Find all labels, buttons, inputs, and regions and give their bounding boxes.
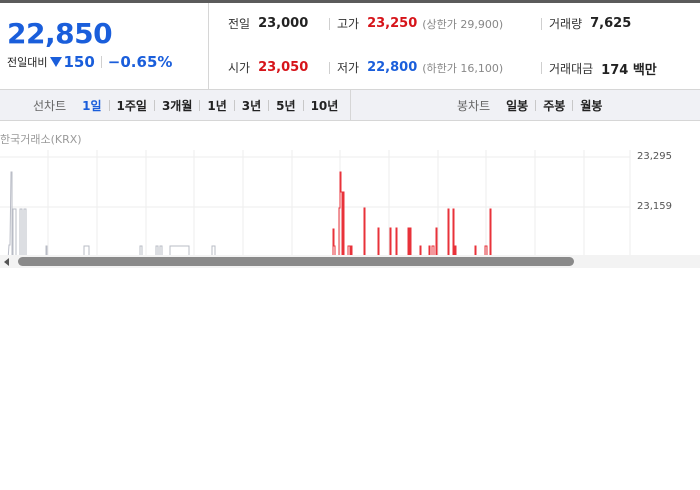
lower-limit: (하한가 16,100) xyxy=(422,61,504,75)
low-value: 22,800 xyxy=(367,60,418,75)
divider xyxy=(302,99,304,111)
line-chart-periods: 선차트 1일 1주일 3개월 1년 3년 5년 10년 xyxy=(0,90,351,120)
divider xyxy=(153,99,155,111)
chart-plot xyxy=(0,150,631,260)
price-chart: 23,295 23,159 xyxy=(0,150,700,260)
amount-label: 거래대금 xyxy=(549,62,594,76)
period-1y[interactable]: 1년 xyxy=(203,97,230,114)
open-value: 23,050 xyxy=(258,60,309,75)
price-box: 22,850 전일대비 150 −0.65% xyxy=(0,3,209,89)
current-price: 22,850 xyxy=(7,17,113,50)
divider xyxy=(100,56,102,68)
change-amount: 150 xyxy=(63,53,95,71)
candle-daily[interactable]: 일봉 xyxy=(502,97,532,114)
change-label: 전일대비 xyxy=(7,56,48,69)
period-1d[interactable]: 1일 xyxy=(78,97,105,114)
high-cell: 고가 23,250 (상한가 29,900) xyxy=(337,15,503,32)
low-cell: 저가 22,800 (하한가 16,100) xyxy=(337,59,503,76)
candle-monthly[interactable]: 월봉 xyxy=(576,97,606,114)
low-label: 저가 xyxy=(337,61,360,75)
divider xyxy=(268,99,270,111)
change-percent: −0.65% xyxy=(107,53,173,71)
change-row: 전일대비 150 −0.65% xyxy=(7,53,172,71)
divider xyxy=(199,99,201,111)
chart-grid xyxy=(0,150,631,260)
arrow-left-icon[interactable] xyxy=(4,258,9,266)
candle-chart-label: 봉차트 xyxy=(457,98,491,113)
divider xyxy=(329,62,330,74)
price-line-up xyxy=(330,171,630,260)
divider xyxy=(541,18,542,30)
candle-weekly[interactable]: 주봉 xyxy=(539,97,569,114)
amount-cell: 거래대금 174 백만 xyxy=(549,59,657,78)
divider xyxy=(541,62,542,74)
candle-chart-periods: 봉차트 일봉 주봉 월봉 xyxy=(351,90,700,120)
open-label: 시가 xyxy=(228,61,251,75)
line-chart-label: 선차트 xyxy=(33,98,67,113)
chart-scrollbar[interactable] xyxy=(0,255,700,268)
prev-close-label: 전일 xyxy=(228,17,251,31)
y-axis-label-mid: 23,159 xyxy=(637,201,672,212)
period-5y[interactable]: 5년 xyxy=(272,97,299,114)
data-source: 한국거래소(KRX) xyxy=(0,133,82,146)
period-10y[interactable]: 10년 xyxy=(307,97,343,114)
volume-label: 거래량 xyxy=(549,17,583,31)
chart-toolbar: 선차트 1일 1주일 3개월 1년 3년 5년 10년 봉차트 일봉 주봉 월봉 xyxy=(0,89,700,121)
price-line-neutral xyxy=(0,171,330,260)
divider xyxy=(108,99,110,111)
triangle-down-icon xyxy=(50,57,63,67)
y-axis-label-top: 23,295 xyxy=(637,151,672,162)
scrollbar-thumb[interactable] xyxy=(18,257,574,266)
divider xyxy=(233,99,235,111)
period-3m[interactable]: 3개월 xyxy=(158,97,196,114)
upper-limit: (상한가 29,900) xyxy=(422,17,504,31)
divider xyxy=(572,99,574,111)
stock-summary: 22,850 전일대비 150 −0.65% 전일 23,000 고가 23,2… xyxy=(0,3,700,90)
prev-close-cell: 전일 23,000 xyxy=(228,15,308,32)
period-1w[interactable]: 1주일 xyxy=(113,97,151,114)
amount-value: 174 백만 xyxy=(601,63,657,78)
open-cell: 시가 23,050 xyxy=(228,59,308,76)
high-value: 23,250 xyxy=(367,16,418,31)
volume-value: 7,625 xyxy=(590,16,632,31)
prev-close-value: 23,000 xyxy=(258,16,309,31)
period-3y[interactable]: 3년 xyxy=(238,97,265,114)
divider xyxy=(329,18,330,30)
divider xyxy=(535,99,537,111)
high-label: 고가 xyxy=(337,17,360,31)
volume-cell: 거래량 7,625 xyxy=(549,15,631,32)
